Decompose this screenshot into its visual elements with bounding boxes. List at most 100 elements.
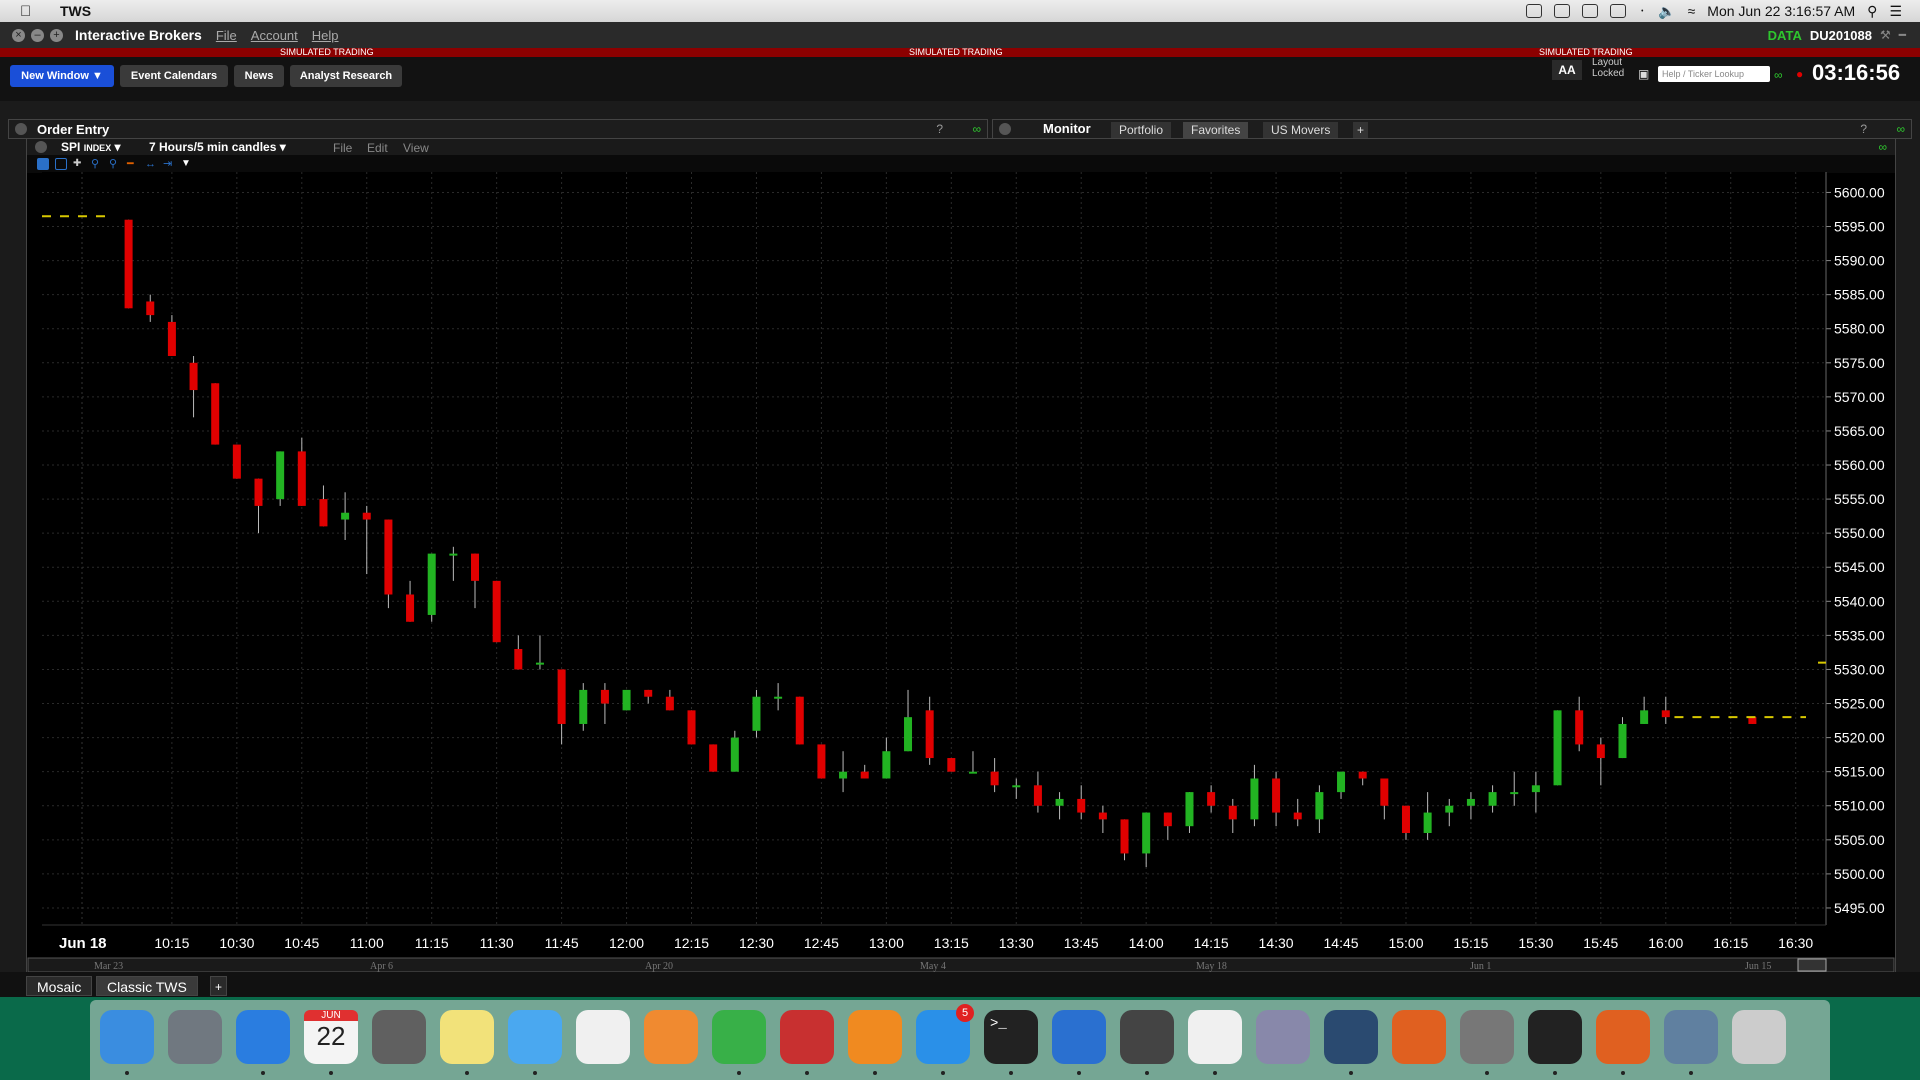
order-link-icon[interactable]: ∞ [972, 122, 981, 136]
wrench-icon[interactable]: ⚒ [1880, 28, 1891, 42]
layout-lock-status[interactable]: Layout Locked [1592, 57, 1624, 79]
simulated-label-center: SIMULATED TRADING [909, 47, 1003, 57]
windows-icon[interactable] [1582, 4, 1599, 18]
order-entry-collapse-icon[interactable] [15, 123, 27, 135]
appstore-badge: 5 [956, 1004, 974, 1022]
new-window-button[interactable]: New Window ▼ [10, 65, 114, 87]
chart-collapse-icon[interactable] [35, 141, 47, 153]
finder-icon[interactable] [100, 1010, 154, 1064]
add-tab-button[interactable]: + [1353, 122, 1369, 138]
preview-icon[interactable] [1664, 1010, 1718, 1064]
draw-line-icon[interactable]: ━ [127, 158, 139, 170]
crosshair-icon[interactable]: ✚ [73, 158, 85, 170]
fit-icon[interactable]: ⇥ [163, 158, 175, 170]
running-indicator [1077, 1071, 1081, 1075]
teamviewer-icon[interactable] [1052, 1010, 1106, 1064]
textedit-icon[interactable] [576, 1010, 630, 1064]
tws-clock: 03:16:56 [1812, 60, 1901, 85]
menu-file[interactable]: File [216, 28, 237, 43]
zoom-out-icon[interactable]: ⚲ [109, 158, 121, 170]
tab-portfolio[interactable]: Portfolio [1111, 122, 1172, 138]
pin-icon[interactable]: ━ [1899, 28, 1906, 42]
layout-label: Layout [1592, 57, 1623, 68]
event-calendars-button[interactable]: Event Calendars [120, 65, 228, 87]
running-indicator [329, 1071, 333, 1075]
close-window-icon[interactable]: × [12, 28, 25, 42]
safari-icon[interactable] [236, 1010, 290, 1064]
notes-icon[interactable] [440, 1010, 494, 1064]
preferences-icon[interactable] [1460, 1010, 1514, 1064]
drive-icon[interactable] [1554, 4, 1571, 18]
font-size-button[interactable]: AA [1552, 60, 1582, 80]
matlab2-icon[interactable] [1596, 1010, 1650, 1064]
active-app-name[interactable]: TWS [60, 3, 91, 19]
sourcetree-icon[interactable] [1324, 1010, 1378, 1064]
chart-toolbar: ✚ ⚲ ⚲ ━ ↔ ⇥ ▼ [27, 155, 1895, 173]
tab-mosaic[interactable]: Mosaic [26, 976, 93, 996]
running-indicator [1485, 1071, 1489, 1075]
tab-favorites[interactable]: Favorites [1183, 122, 1249, 138]
zoom-in-icon[interactable]: ⚲ [91, 158, 103, 170]
calculator-icon[interactable] [372, 1010, 426, 1064]
chart-menu-view[interactable]: View [403, 141, 429, 155]
order-help-icon[interactable]: ? [936, 122, 943, 136]
matlab-icon[interactable] [1392, 1010, 1446, 1064]
running-indicator [873, 1071, 877, 1075]
maximize-window-icon[interactable]: + [50, 28, 63, 42]
add-workspace-button[interactable]: + [210, 976, 228, 996]
chart-settings-icon[interactable] [37, 158, 49, 170]
bar-type-icon[interactable] [55, 158, 67, 170]
menubar-clock[interactable]: Mon Jun 22 3:16:57 AM [1707, 3, 1855, 19]
parallels-icon[interactable] [780, 1010, 834, 1064]
alert-icon[interactable]: ● [1796, 67, 1803, 81]
tab-classic-tws[interactable]: Classic TWS [96, 976, 198, 996]
running-indicator [533, 1071, 537, 1075]
trash-icon[interactable] [1732, 1010, 1786, 1064]
chart-menu-edit[interactable]: Edit [367, 141, 388, 155]
data-connection-label: DATA [1767, 27, 1802, 43]
ibooks-icon[interactable] [848, 1010, 902, 1064]
monitor-collapse-icon[interactable] [999, 123, 1011, 135]
chart-menu-file[interactable]: File [333, 141, 352, 155]
analyst-research-button[interactable]: Analyst Research [290, 65, 402, 87]
tab-us-movers[interactable]: US Movers [1263, 122, 1339, 138]
more-tools-icon[interactable]: ▼ [181, 158, 193, 170]
spotlight-icon[interactable]: ⚲ [1867, 3, 1877, 20]
tws-window: × – + Interactive Brokers File Account H… [0, 22, 1920, 997]
minimize-window-icon[interactable]: – [31, 28, 44, 42]
pages-icon[interactable] [644, 1010, 698, 1064]
dvd-icon[interactable] [1120, 1010, 1174, 1064]
network-icon[interactable] [1256, 1010, 1310, 1064]
wifi-icon[interactable]: ≈ [1688, 3, 1696, 19]
messages-icon[interactable] [508, 1010, 562, 1064]
monitor-title: Monitor [1043, 121, 1091, 136]
java-icon[interactable] [1188, 1010, 1242, 1064]
chart-period-dropdown[interactable]: 7 Hours/5 min candles ▾ [149, 140, 286, 154]
calendar-icon[interactable]: JUN 22 [304, 1010, 358, 1064]
airplay-icon[interactable] [1610, 4, 1627, 18]
chart-window: SPI INDEX ▾ 7 Hours/5 min candles ▾ File… [26, 138, 1896, 974]
chart-link-icon[interactable]: ∞ [1878, 140, 1887, 154]
monitor-link-icon[interactable]: ∞ [1896, 122, 1905, 136]
link-icon[interactable]: ∞ [1774, 68, 1783, 82]
ticker-lookup-input[interactable]: Help / Ticker Lookup [1658, 66, 1770, 82]
notification-center-icon[interactable]: ☰ [1889, 3, 1902, 20]
lock-icon[interactable]: ▣ [1638, 67, 1649, 81]
news-button[interactable]: News [234, 65, 284, 87]
numbers-icon[interactable] [712, 1010, 766, 1064]
symbol-type-label: INDEX [83, 143, 112, 153]
appstore-icon[interactable]: 5 [916, 1004, 974, 1064]
volume-icon[interactable]: 🔈 [1658, 3, 1675, 20]
chart-symbol[interactable]: SPI INDEX ▾ [61, 140, 121, 154]
launchpad-icon[interactable] [168, 1010, 222, 1064]
apple-menu-icon[interactable]:  [20, 3, 42, 20]
expand-icon[interactable]: ↔ [145, 158, 157, 170]
menu-account[interactable]: Account [251, 28, 298, 43]
monitor-help-icon[interactable]: ? [1860, 122, 1867, 136]
bluetooth-icon[interactable]: ᛫ [1638, 4, 1646, 19]
activity-monitor-icon[interactable] [1528, 1010, 1582, 1064]
menu-help[interactable]: Help [312, 28, 339, 43]
skype-icon[interactable] [1526, 4, 1543, 18]
terminal-icon[interactable]: >_ [984, 1010, 1038, 1064]
running-indicator [261, 1071, 265, 1075]
